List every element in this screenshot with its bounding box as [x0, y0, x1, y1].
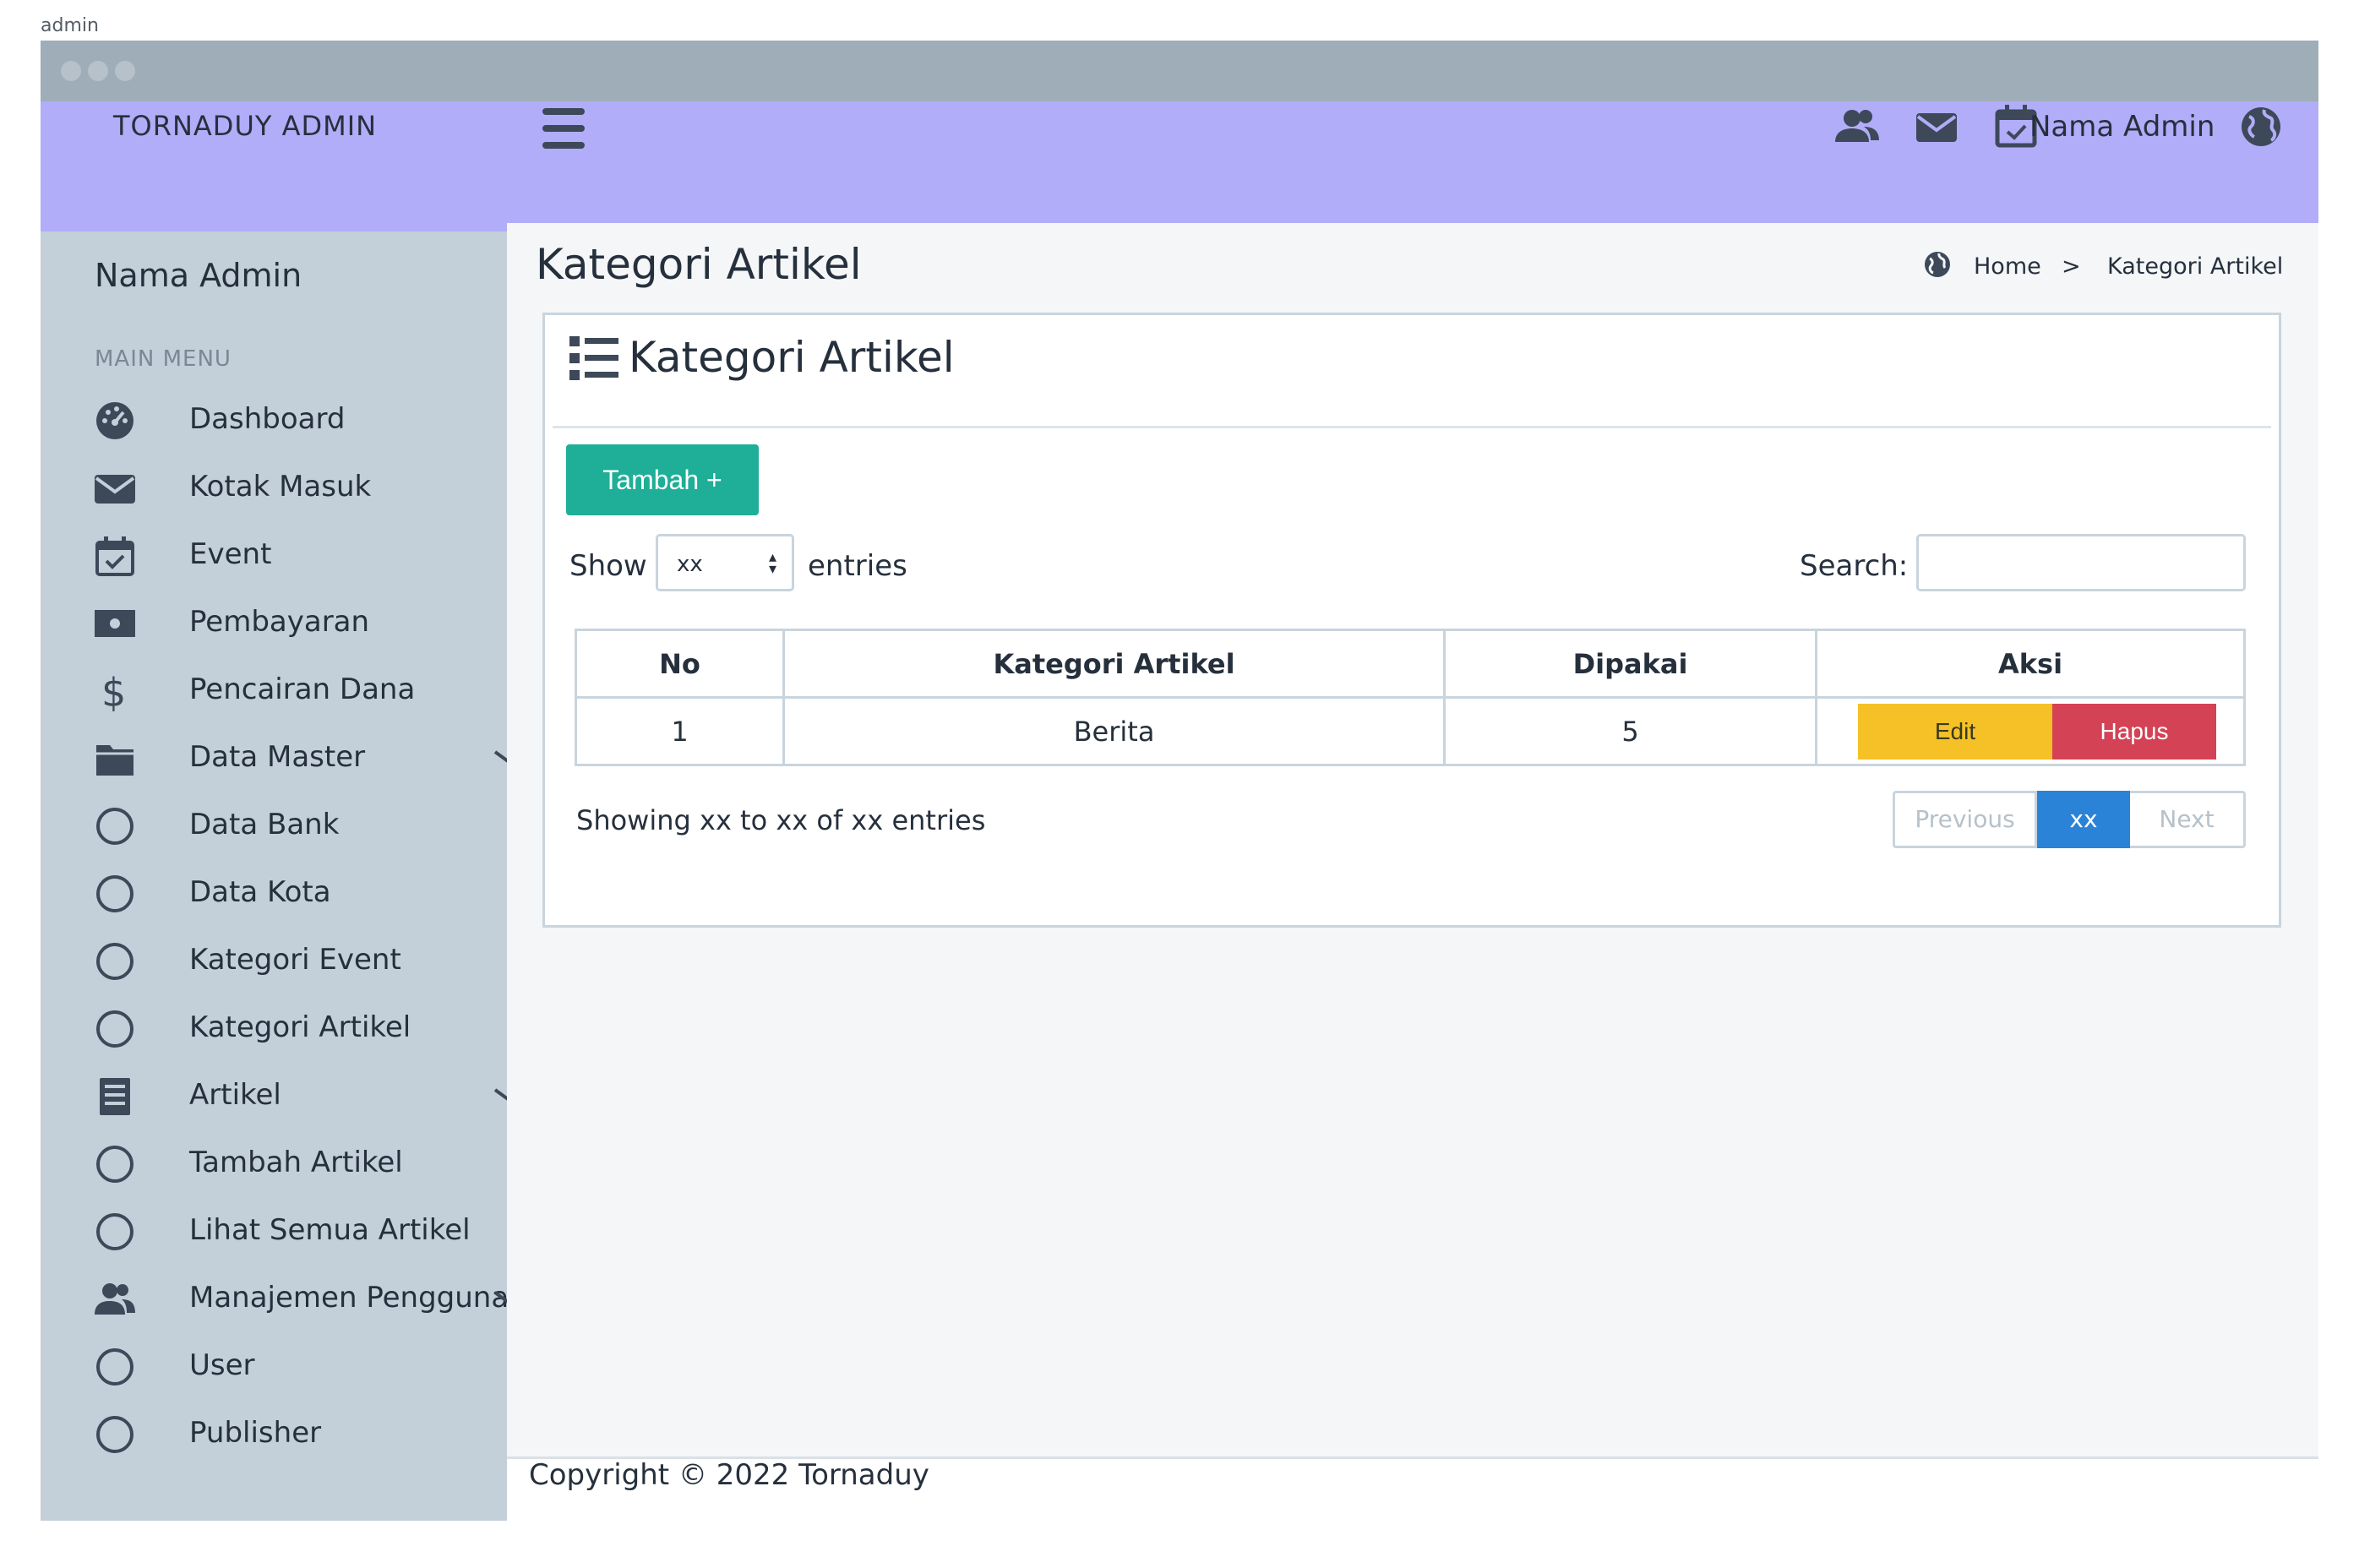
pagination: Previous xx Next: [1893, 791, 2246, 848]
add-category-button[interactable]: Tambah +: [566, 444, 759, 515]
search-input[interactable]: [1916, 534, 2246, 591]
sidebar-item-pencairan-dana[interactable]: $ Pencairan Dana: [95, 666, 492, 716]
sidebar-item-label: Dashboard: [189, 402, 346, 436]
edit-button[interactable]: Edit: [1858, 704, 2052, 760]
sidebar-item-label: Kategori Artikel: [189, 1010, 411, 1044]
sidebar-item-label: Data Bank: [189, 808, 340, 841]
pagination-current-page[interactable]: xx: [2037, 791, 2130, 848]
sidebar-item-lihat-semua-artikel[interactable]: Lihat Semua Artikel: [95, 1206, 492, 1257]
admin-name[interactable]: Nama Admin: [2029, 110, 2215, 144]
sidebar-item-kategori-artikel[interactable]: Kategori Artikel: [95, 1004, 492, 1054]
folder-icon: [95, 738, 135, 779]
window-maximize-dot[interactable]: [115, 61, 135, 81]
globe-icon: [1923, 250, 1952, 279]
sidebar-item-label: Manajemen Pengguna: [189, 1281, 509, 1315]
sidebar-item-label: Tambah Artikel: [189, 1146, 403, 1179]
users-icon[interactable]: [1833, 101, 1881, 152]
sidebar-item-label: Kategori Event: [189, 943, 401, 977]
sidebar-item-kategori-event[interactable]: Kategori Event: [95, 936, 492, 987]
cell-kategori: Berita: [782, 696, 1446, 766]
dashboard-icon: [95, 400, 135, 441]
pagination-previous[interactable]: Previous: [1895, 793, 2037, 846]
sidebar: Nama Admin MAIN MENU Dashboard Kotak Mas…: [41, 231, 534, 1521]
dollar-icon: $: [95, 670, 135, 716]
table-header-row: No Kategori Artikel Dipakai Aksi: [575, 629, 2246, 699]
card-title: Kategori Artikel: [629, 333, 955, 382]
column-header-kategori[interactable]: Kategori Artikel: [782, 629, 1446, 699]
circle-icon: [95, 806, 135, 847]
circle-icon: [95, 1414, 135, 1455]
sidebar-heading: MAIN MENU: [95, 346, 232, 372]
column-header-aksi: Aksi: [1815, 629, 2246, 699]
sidebar-item-label: Data Master: [189, 740, 366, 774]
entries-select[interactable]: xx ▴ ▾: [656, 534, 794, 591]
circle-icon: [95, 1144, 135, 1184]
sidebar-item-label: User: [189, 1348, 255, 1382]
breadcrumb-current: Kategori Artikel: [2107, 253, 2284, 280]
article-icon: [95, 1076, 135, 1117]
delete-button[interactable]: Hapus: [2052, 704, 2216, 760]
sidebar-item-data-kota[interactable]: Data Kota: [95, 868, 492, 919]
entries-label: entries: [808, 549, 907, 583]
svg-text:$: $: [101, 671, 126, 711]
circle-icon: [95, 1009, 135, 1049]
sidebar-item-publisher[interactable]: Publisher: [95, 1409, 492, 1460]
sidebar-item-label: Publisher: [189, 1416, 322, 1450]
page-title: Kategori Artikel: [536, 240, 862, 289]
sidebar-item-dashboard[interactable]: Dashboard: [95, 395, 492, 446]
show-label: Show: [569, 549, 647, 583]
window-titlebar: [41, 41, 2318, 101]
window-close-dot[interactable]: [61, 61, 81, 81]
window-caption: admin: [41, 15, 99, 36]
brand-title[interactable]: TORNADUY ADMIN: [113, 110, 377, 142]
cell-no: 1: [575, 696, 785, 766]
column-header-no[interactable]: No: [575, 629, 785, 699]
mail-icon: [95, 468, 135, 509]
cell-aksi: Edit Hapus: [1815, 696, 2246, 766]
sidebar-user-name: Nama Admin: [95, 257, 302, 294]
cell-dipakai: 5: [1443, 696, 1817, 766]
breadcrumb-home[interactable]: Home: [1974, 253, 2041, 280]
sidebar-item-label: Lihat Semua Artikel: [189, 1213, 471, 1247]
window-minimize-dot[interactable]: [88, 61, 108, 81]
sidebar-item-label: Kotak Masuk: [189, 470, 372, 504]
users-icon: [95, 1279, 135, 1320]
sidebar-item-user[interactable]: User: [95, 1342, 492, 1392]
entries-select-value: xx: [677, 552, 703, 577]
sidebar-item-label: Event: [189, 537, 272, 571]
search-label: Search:: [1800, 549, 1909, 583]
circle-icon: [95, 1347, 135, 1387]
column-header-dipakai[interactable]: Dipakai: [1443, 629, 1817, 699]
sidebar-item-label: Artikel: [189, 1078, 281, 1112]
calendar-check-icon: [95, 536, 135, 576]
sidebar-item-label: Data Kota: [189, 875, 331, 909]
sidebar-item-artikel[interactable]: Artikel: [95, 1071, 534, 1122]
footer-copyright: Copyright © 2022 Tornaduy: [529, 1458, 929, 1492]
circle-icon: [95, 1211, 135, 1252]
sidebar-item-manajemen-pengguna[interactable]: Manajemen Pengguna: [95, 1274, 534, 1325]
sidebar-item-tambah-artikel[interactable]: Tambah Artikel: [95, 1139, 492, 1190]
sidebar-item-pembayaran[interactable]: Pembayaran: [95, 598, 492, 649]
money-icon: [95, 603, 135, 644]
select-arrows-icon: ▴ ▾: [768, 548, 776, 578]
category-table: No Kategori Artikel Dipakai Aksi 1 Berit…: [575, 629, 2246, 766]
mail-icon[interactable]: [1913, 101, 1960, 152]
sidebar-item-label: Pembayaran: [189, 605, 370, 639]
sidebar-item-kotak-masuk[interactable]: Kotak Masuk: [95, 463, 492, 514]
pagination-next[interactable]: Next: [2130, 793, 2243, 846]
circle-icon: [95, 874, 135, 914]
sidebar-item-event[interactable]: Event: [95, 531, 492, 581]
sidebar-item-label: Pencairan Dana: [189, 672, 416, 706]
card-divider: [553, 426, 2271, 428]
circle-icon: [95, 941, 135, 982]
menu-toggle-icon[interactable]: [542, 108, 585, 149]
list-icon: [569, 335, 618, 382]
sidebar-item-data-bank[interactable]: Data Bank: [95, 801, 492, 852]
sidebar-item-data-master[interactable]: Data Master: [95, 733, 534, 784]
table-info: Showing xx to xx of xx entries: [576, 804, 986, 836]
globe-icon[interactable]: [2237, 101, 2285, 152]
breadcrumb-separator: >: [2062, 253, 2081, 280]
table-row: 1 Berita 5 Edit Hapus: [575, 696, 2246, 766]
